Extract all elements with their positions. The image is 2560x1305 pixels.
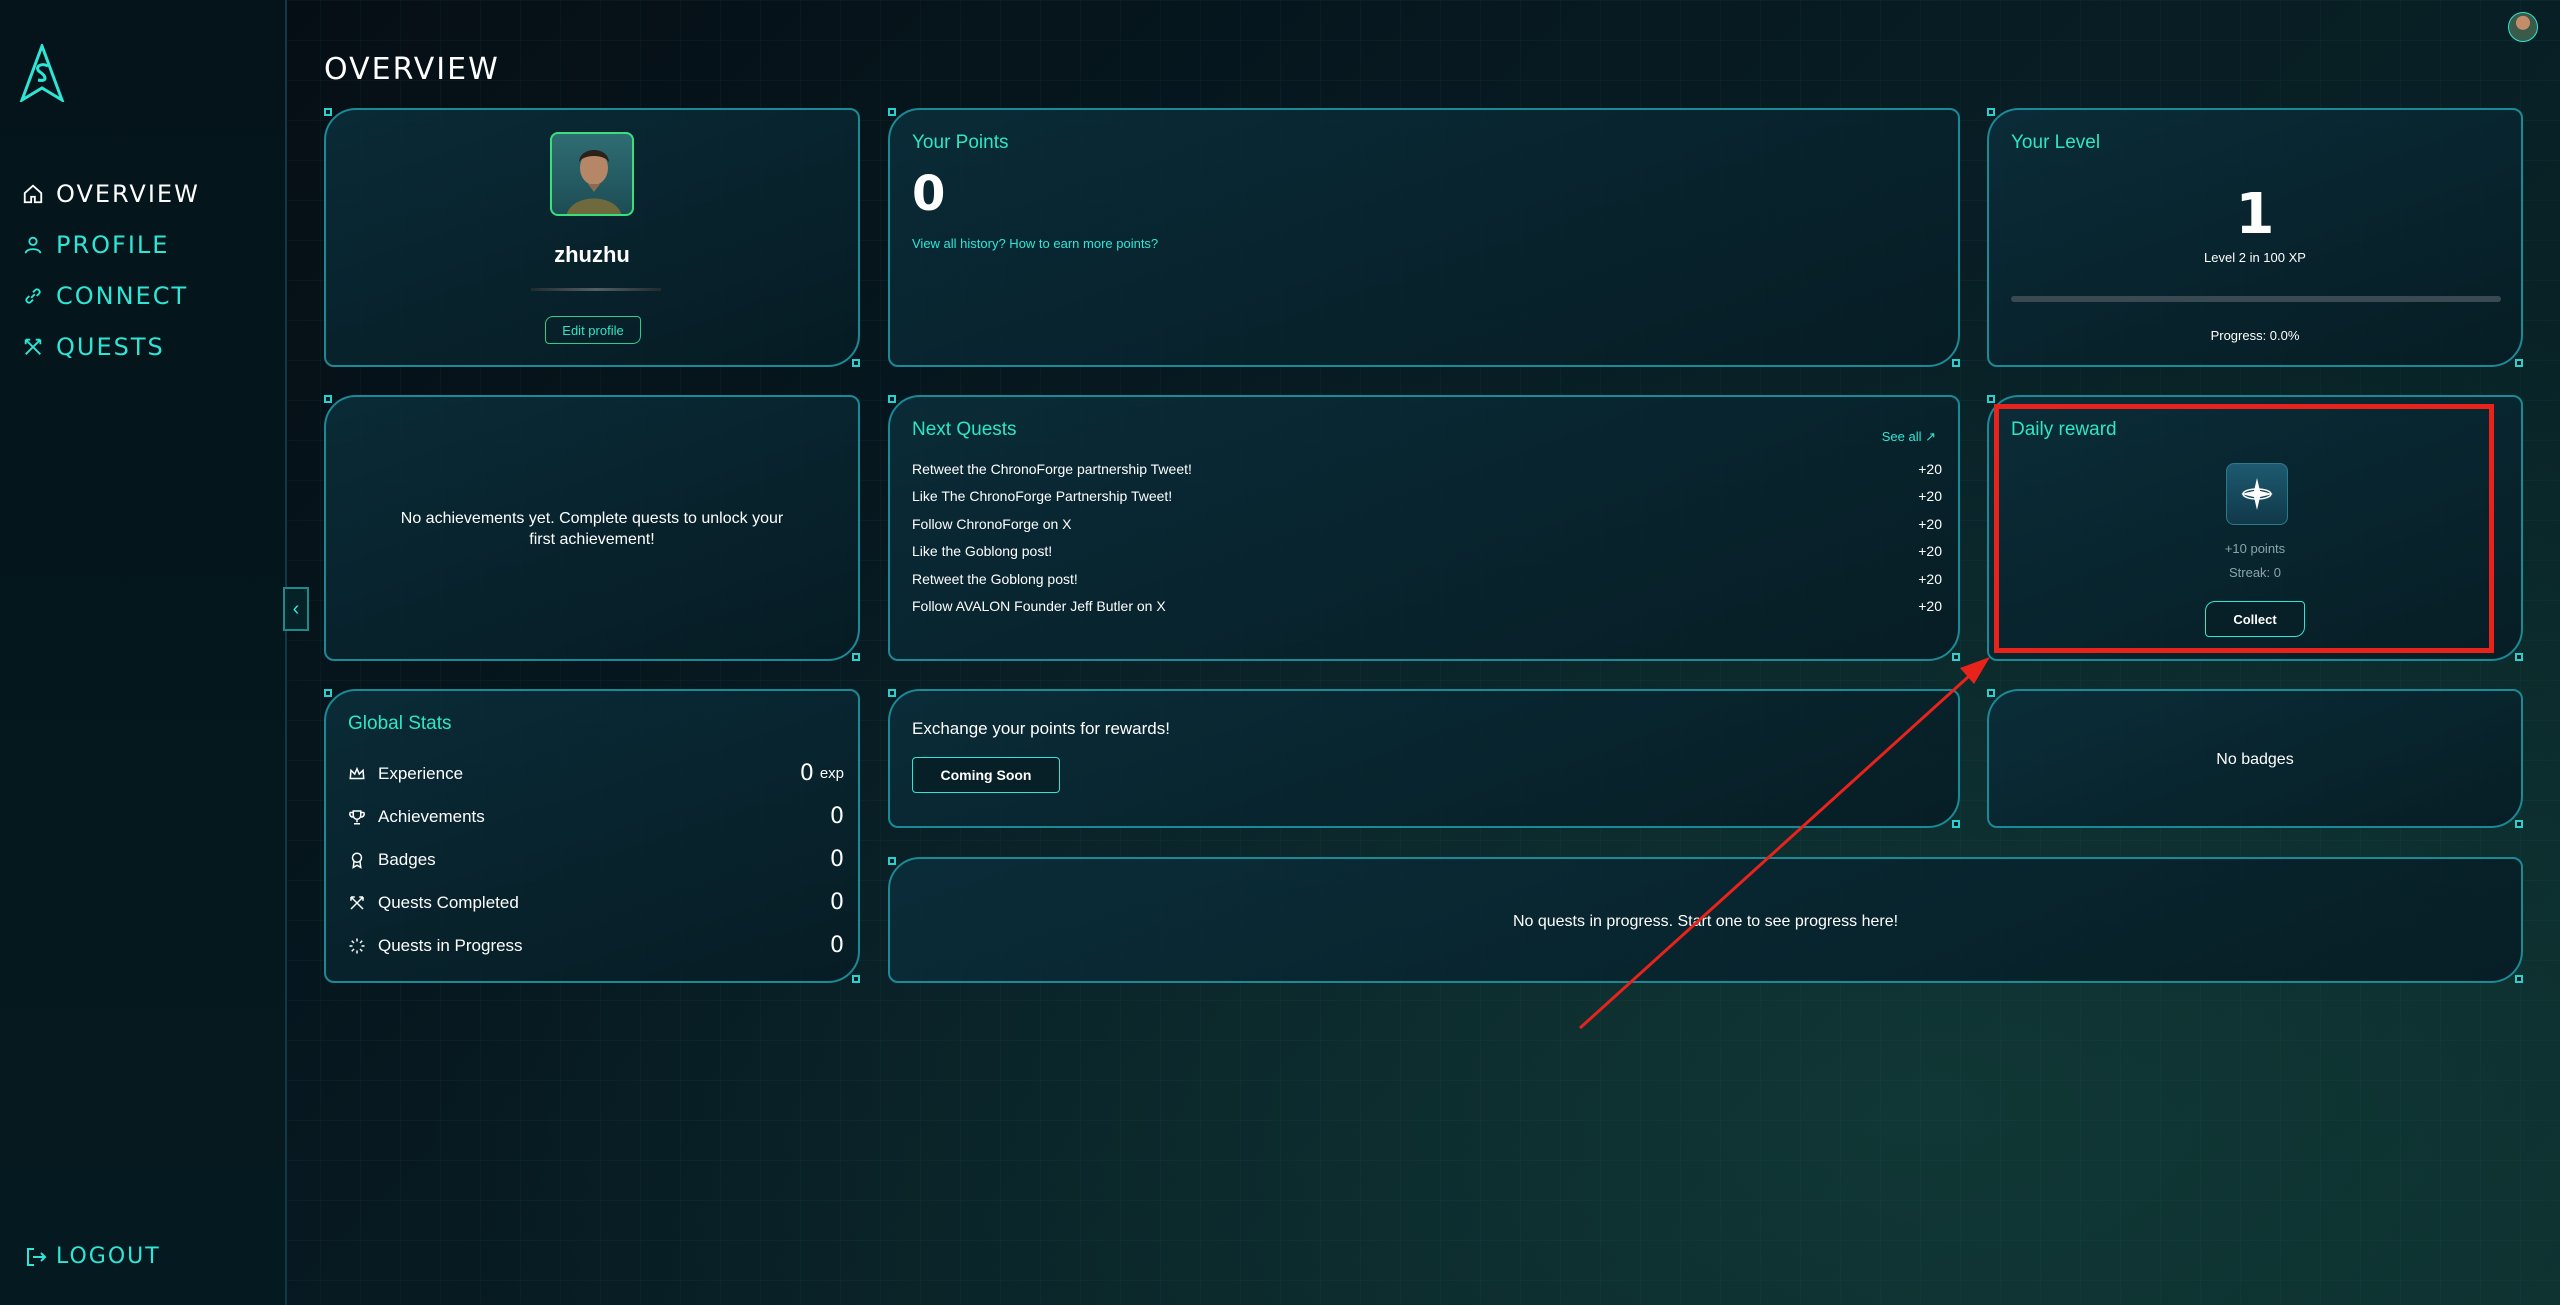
stat-label: Quests Completed xyxy=(378,892,519,912)
stat-value: 0 xyxy=(830,804,844,829)
level-subtitle: Level 2 in 100 XP xyxy=(2204,250,2306,265)
quest-name: Like The ChronoForge Partnership Tweet! xyxy=(912,488,1173,505)
stat-value: 0 xyxy=(830,890,844,915)
quest-row[interactable]: Follow AVALON Founder Jeff Butler on X +2… xyxy=(912,598,1942,625)
trophy-icon xyxy=(348,807,368,827)
app-logo[interactable] xyxy=(18,41,66,104)
quest-name: Follow ChronoForge on X xyxy=(912,515,1072,532)
stat-label: Badges xyxy=(378,849,436,869)
profile-card: zhuzhu Edit profile xyxy=(324,108,860,367)
chevron-left-icon: ‹ xyxy=(292,597,300,620)
next-quests-title: Next Quests xyxy=(912,419,1017,440)
quest-points: +20 xyxy=(1918,515,1942,532)
user-avatar[interactable] xyxy=(2508,12,2538,42)
sidebar-item-label: CONNECT xyxy=(56,281,189,310)
stat-label: Quests in Progress xyxy=(378,935,523,955)
quest-name: Retweet the ChronoForge partnership Twee… xyxy=(912,461,1192,477)
badge-icon xyxy=(348,850,368,870)
achievements-empty-text: No achievements yet. Complete quests to … xyxy=(400,510,784,548)
link-icon xyxy=(22,284,46,308)
username: zhuzhu xyxy=(554,242,630,267)
sidebar-item-connect[interactable]: CONNECT xyxy=(22,270,200,321)
redacted-line xyxy=(531,288,661,291)
annotation-highlight-box xyxy=(1994,404,2494,653)
stat-value: 0 xyxy=(799,761,814,786)
stat-row-quests-in-progress: Quests in Progress 0 xyxy=(348,933,844,958)
quest-points: +20 xyxy=(1918,461,1942,477)
global-stats-card: Global Stats Experience 0 exp Achievemen… xyxy=(324,689,860,983)
sidebar-item-profile[interactable]: PROFILE xyxy=(22,219,200,270)
sidebar-item-label: PROFILE xyxy=(56,230,170,259)
logout-icon xyxy=(27,1247,47,1266)
points-history-link[interactable]: View all history? How to earn more point… xyxy=(912,236,1158,251)
global-stats-title: Global Stats xyxy=(348,713,452,734)
stat-row-experience: Experience 0 exp xyxy=(348,761,844,786)
edit-profile-button[interactable]: Edit profile xyxy=(545,316,641,344)
points-links-text[interactable]: View all history? How to earn more point… xyxy=(912,236,1158,251)
loader-icon xyxy=(348,936,368,956)
sidebar: OVERVIEW PROFILE CONNECT QUESTS LOGOUT xyxy=(0,0,287,1305)
quest-list: Retweet the ChronoForge partnership Twee… xyxy=(912,461,1942,625)
level-value: 1 xyxy=(2235,182,2275,247)
quest-points: +20 xyxy=(1918,570,1942,587)
quest-row[interactable]: Like The ChronoForge Partnership Tweet! +… xyxy=(912,488,1942,515)
quest-name: Like the Goblong post! xyxy=(912,543,1053,560)
user-icon xyxy=(22,233,46,257)
quest-row[interactable]: Like the Goblong post! +20 xyxy=(912,543,1942,570)
achievements-card: No achievements yet. Complete quests to … xyxy=(324,395,860,661)
see-all-link[interactable]: See all ↗ xyxy=(1882,429,1936,445)
quest-points: +20 xyxy=(1918,597,1942,614)
quest-points: +20 xyxy=(1918,488,1942,505)
quest-name: Follow AVALON Founder Jeff Butler on X xyxy=(912,597,1166,614)
badges-card: No badges xyxy=(1987,689,2523,828)
coming-soon-button[interactable]: Coming Soon xyxy=(912,757,1060,793)
stat-label: Experience xyxy=(378,763,464,783)
quests-progress-empty-text: No quests in progress. Start one to see … xyxy=(1512,913,1899,930)
level-progress-text: Progress: 0.0% xyxy=(2210,328,2300,343)
stat-value: 0 xyxy=(830,847,844,872)
stat-value: 0 xyxy=(830,933,844,958)
page-title: OVERVIEW xyxy=(324,52,500,87)
quests-progress-card: No quests in progress. Start one to see … xyxy=(888,857,2523,983)
logout-button[interactable]: LOGOUT xyxy=(24,1244,161,1269)
quest-row[interactable]: Retweet the ChronoForge partnership Twee… xyxy=(912,461,1942,488)
logout-label: LOGOUT xyxy=(56,1244,161,1269)
see-all-label[interactable]: See all xyxy=(1882,429,1922,444)
sidebar-item-overview[interactable]: OVERVIEW xyxy=(22,168,200,219)
sidebar-item-label: OVERVIEW xyxy=(56,179,200,208)
swords-icon xyxy=(22,335,46,359)
exchange-card: Exchange your points for rewards! Coming… xyxy=(888,689,1960,828)
arrow-up-right-icon: ↗ xyxy=(1925,429,1936,444)
points-value: 0 xyxy=(912,166,946,222)
quest-points: +20 xyxy=(1918,543,1942,560)
exchange-text: Exchange your points for rewards! xyxy=(912,719,1170,738)
profile-avatar xyxy=(550,132,634,216)
swords-icon xyxy=(348,893,368,913)
quest-row[interactable]: Follow ChronoForge on X +20 xyxy=(912,516,1942,543)
level-card: Your Level 1 Level 2 in 100 XP Progress:… xyxy=(1987,108,2523,367)
sidebar-collapse-button[interactable]: ‹ xyxy=(283,587,309,631)
stat-row-badges: Badges 0 xyxy=(348,847,844,872)
points-title: Your Points xyxy=(912,132,1009,153)
stat-label: Achievements xyxy=(378,806,485,826)
sidebar-nav: OVERVIEW PROFILE CONNECT QUESTS xyxy=(22,168,200,372)
stat-unit: exp xyxy=(819,765,844,782)
stat-row-quests-completed: Quests Completed 0 xyxy=(348,890,844,915)
badges-empty-text: No badges xyxy=(2216,751,2294,768)
points-card: Your Points 0 View all history? How to e… xyxy=(888,108,1960,367)
quest-name: Retweet the Goblong post! xyxy=(912,570,1078,587)
level-progress-bar xyxy=(2011,296,2501,302)
sidebar-item-quests[interactable]: QUESTS xyxy=(22,321,200,372)
stat-row-achievements: Achievements 0 xyxy=(348,804,844,829)
level-title: Your Level xyxy=(2011,132,2101,153)
home-icon xyxy=(22,182,46,206)
sidebar-item-label: QUESTS xyxy=(56,332,165,361)
quest-row[interactable]: Retweet the Goblong post! +20 xyxy=(912,571,1942,598)
crown-icon xyxy=(348,764,368,784)
next-quests-card: Next Quests See all ↗ Retweet the Chrono… xyxy=(888,395,1960,661)
